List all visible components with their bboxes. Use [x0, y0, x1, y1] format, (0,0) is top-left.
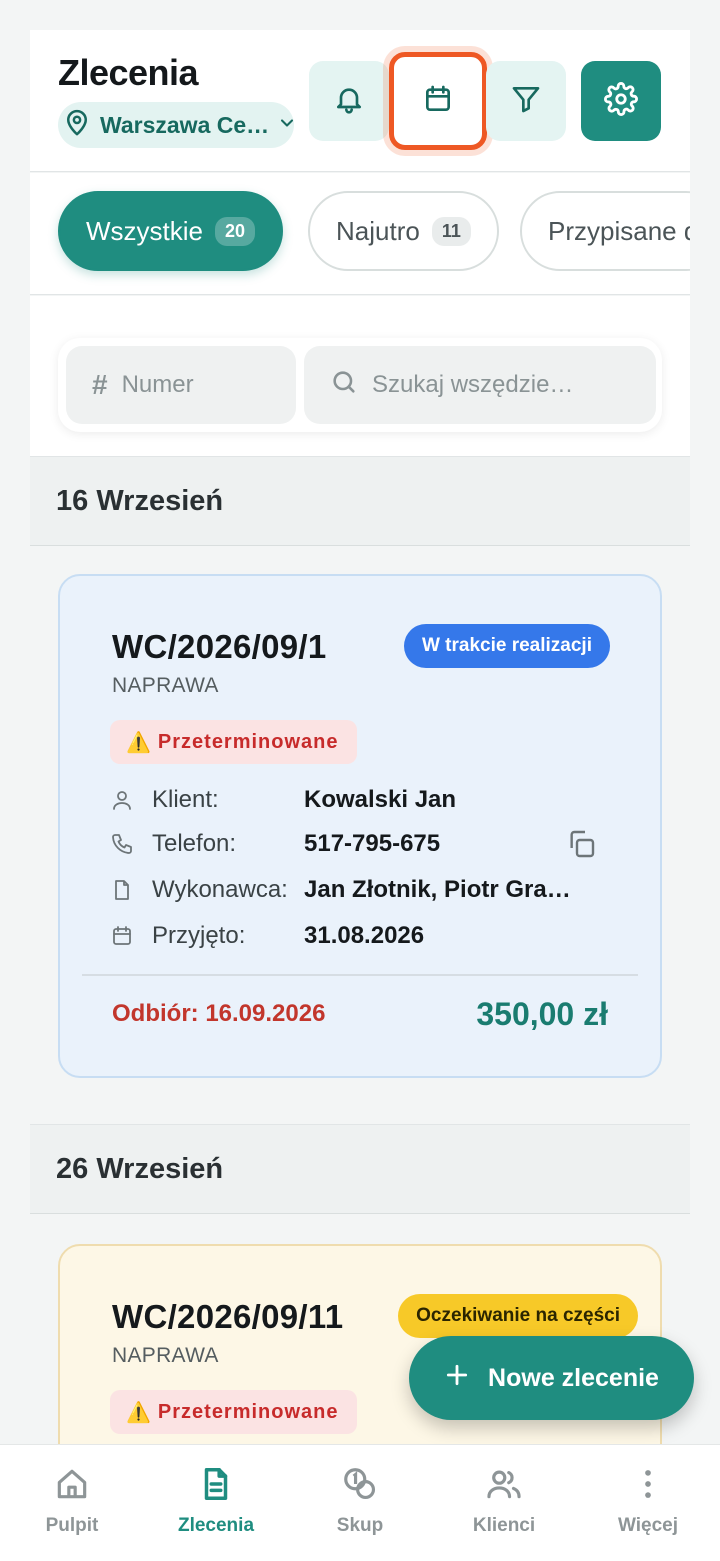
tab-assigned[interactable]: Przypisane d [520, 191, 690, 271]
warning-icon: ⚠️ [126, 731, 152, 754]
location-selector[interactable]: Warszawa Ce… [58, 102, 294, 148]
order-number: WC/2026/09/11 [112, 1298, 344, 1335]
plus-icon [444, 1362, 470, 1395]
accepted-row: Przyjęto: 31.08.2026 [110, 918, 424, 954]
warning-icon: ⚠️ [126, 1401, 152, 1424]
executor-label: Wykonawca: [152, 876, 288, 903]
coins-icon [341, 1465, 379, 1509]
nav-item-more[interactable]: Więcej [576, 1445, 720, 1561]
status-tabs: Wszystkie 20 Najutro 11 Przypisane d [30, 173, 690, 295]
phone-number: 517-795-675 [304, 830, 441, 857]
executor-row: Wykonawca: Jan Złotnik, Piotr Gra… [110, 872, 590, 908]
map-pin-icon [62, 108, 92, 143]
copy-icon[interactable] [565, 828, 597, 865]
client-name: Kowalski Jan [304, 786, 457, 813]
status-badge: Oczekiwanie na części [398, 1294, 638, 1338]
nav-item-orders[interactable]: Zlecenia [144, 1445, 288, 1561]
file-icon [110, 878, 142, 902]
new-order-button[interactable]: Nowe zlecenie [409, 1336, 694, 1420]
client-row: Klient: Kowalski Jan [110, 782, 456, 818]
search-bar: # [58, 338, 662, 432]
search-icon [330, 368, 358, 403]
app-screen: Zlecenia Warszawa Ce… Wszystkie 20 Najut… [30, 30, 690, 1561]
nav-label: Zlecenia [177, 1515, 255, 1536]
status-badge: W trakcie realizacji [403, 624, 610, 668]
search-area: # [30, 296, 690, 456]
overdue-badge: ⚠️ Przeterminowane [110, 1390, 357, 1434]
calendar-icon [110, 924, 142, 948]
overdue-badge: ⚠️ Przeterminowane [110, 720, 357, 764]
tab-label: Wszystkie [86, 215, 203, 246]
tab-count-badge: 20 [215, 216, 256, 246]
gear-icon [604, 81, 638, 121]
tab-tomorrow[interactable]: Najutro 11 [308, 191, 499, 271]
chevron-down-icon [277, 113, 297, 138]
phone-label: Telefon: [152, 830, 237, 857]
executor-names: Jan Złotnik, Piotr Gra… [304, 876, 571, 903]
home-icon [53, 1465, 91, 1509]
phone-row: Telefon: 517-795-675 [110, 826, 610, 862]
bell-icon [333, 83, 365, 120]
notifications-button[interactable] [309, 61, 389, 141]
number-search-field[interactable]: # [66, 346, 296, 424]
nav-label: Więcej [617, 1515, 679, 1536]
bottom-navigation: Pulpit Zlecenia Skup Klienci Więcej [0, 1444, 720, 1561]
nav-label: Skup [336, 1515, 384, 1536]
nav-label: Pulpit [45, 1515, 99, 1536]
client-label: Klient: [152, 786, 219, 813]
accepted-label: Przyjęto: [152, 922, 246, 949]
date-section-header: 26 Wrzesień [30, 1124, 690, 1214]
tab-all[interactable]: Wszystkie 20 [58, 191, 284, 271]
top-bar: Zlecenia Warszawa Ce… [30, 30, 690, 172]
hash-icon: # [92, 369, 108, 400]
search-input[interactable] [372, 371, 656, 399]
filter-button[interactable] [486, 61, 566, 141]
order-card[interactable]: WC/2026/09/1 W trakcie realizacji NAPRAW… [58, 574, 662, 1078]
tab-label: Najutro [336, 215, 420, 246]
order-price: 350,00 zł [476, 996, 608, 1032]
number-input[interactable] [121, 371, 296, 399]
tab-label: Przypisane d [548, 215, 690, 246]
nav-item-buyback[interactable]: Skup [288, 1445, 432, 1561]
filter-icon [510, 83, 542, 120]
phone-icon [110, 832, 142, 856]
tab-count-badge: 11 [431, 216, 471, 246]
users-icon [485, 1465, 523, 1509]
user-icon [110, 788, 142, 812]
nav-item-dashboard[interactable]: Pulpit [0, 1445, 144, 1561]
page-title: Zlecenia [58, 52, 199, 93]
focus-highlight [389, 52, 487, 150]
date-section-header: 16 Wrzesień [30, 456, 690, 546]
overdue-label: Przeterminowane [157, 730, 339, 753]
overdue-label: Przeterminowane [157, 1400, 339, 1423]
order-number: WC/2026/09/1 [112, 628, 327, 665]
new-order-label: Nowe zlecenie [488, 1363, 659, 1392]
card-divider [82, 974, 638, 976]
document-icon [197, 1465, 235, 1509]
nav-item-clients[interactable]: Klienci [432, 1445, 576, 1561]
pickup-date: Odbiór: 16.09.2026 [112, 1000, 326, 1027]
settings-button[interactable] [581, 61, 661, 141]
more-vertical-icon [629, 1465, 667, 1509]
location-label: Warszawa Ce… [100, 111, 270, 138]
order-type: NAPRAWA [112, 674, 219, 697]
nav-label: Klienci [472, 1515, 536, 1536]
global-search-field[interactable] [304, 346, 656, 424]
accepted-date: 31.08.2026 [304, 922, 425, 949]
order-type: NAPRAWA [112, 1344, 219, 1367]
